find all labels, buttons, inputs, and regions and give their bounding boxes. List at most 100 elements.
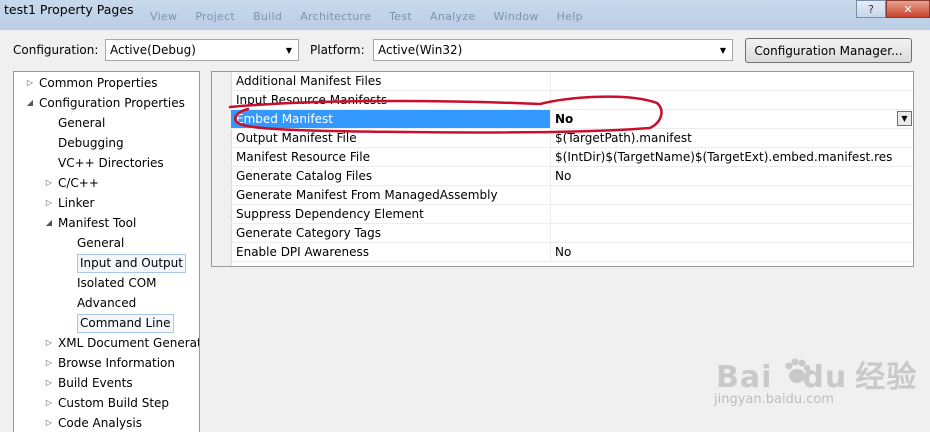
expand-triangle-icon[interactable]: ▷: [44, 333, 54, 353]
property-name: Generate Category Tags: [231, 224, 551, 242]
tree-item[interactable]: ▷ Custom Build Step: [14, 393, 199, 413]
property-row[interactable]: Enable DPI Awareness No: [231, 243, 913, 262]
configuration-combo[interactable]: Active(Debug) ▼: [105, 39, 299, 61]
background-menu-item: Help: [556, 10, 583, 23]
property-value[interactable]: [551, 91, 913, 109]
expand-triangle-icon[interactable]: ▷: [44, 393, 54, 413]
expand-triangle-icon[interactable]: ▷: [25, 73, 35, 93]
property-row[interactable]: Output Manifest File $(TargetPath).manife…: [231, 129, 913, 148]
tree-item-label: General: [58, 116, 106, 130]
platform-label: Platform:: [310, 43, 365, 57]
property-row[interactable]: Input Resource Manifests: [231, 91, 913, 110]
tree-item[interactable]: ▷ Common Properties: [14, 73, 199, 93]
property-row[interactable]: Additional Manifest Files: [231, 72, 913, 91]
property-name: Generate Catalog Files: [231, 167, 551, 185]
background-menu-item: Project: [195, 10, 236, 23]
property-value[interactable]: [551, 186, 913, 204]
tree-item[interactable]: ▷ Linker: [14, 193, 199, 213]
background-menu-item: Test: [389, 10, 413, 23]
tree-item-label: Common Properties: [39, 76, 158, 90]
tree-item[interactable]: ▷ Browse Information: [14, 353, 199, 373]
tree-item[interactable]: ▷ Build Events: [14, 373, 199, 393]
tree-item[interactable]: ◢ Configuration Properties: [14, 93, 199, 113]
property-name: Input Resource Manifests: [231, 91, 551, 109]
tree-item-label: Browse Information: [58, 356, 175, 370]
tree-item-label: XML Document Generat: [58, 336, 200, 350]
background-menu-item: Architecture: [300, 10, 372, 23]
tree-item[interactable]: Advanced: [14, 293, 199, 313]
background-menu-item: Window: [493, 10, 539, 23]
tree-item-label: Input and Output: [77, 254, 186, 273]
property-value[interactable]: No: [551, 110, 913, 128]
platform-value: Active(Win32): [378, 43, 463, 57]
property-row[interactable]: Manifest Resource File $(IntDir)$(TargetN…: [231, 148, 913, 167]
property-name: Embed Manifest: [231, 110, 551, 128]
tree-item-label: Build Events: [58, 376, 133, 390]
property-value[interactable]: [551, 72, 913, 90]
tree-item[interactable]: VC++ Directories: [14, 153, 199, 173]
close-button[interactable]: ✕: [886, 0, 930, 18]
tree-item[interactable]: General: [14, 233, 199, 253]
collapse-triangle-icon[interactable]: ◢: [44, 213, 54, 233]
help-button[interactable]: ?: [856, 0, 886, 18]
property-value[interactable]: $(TargetPath).manifest: [551, 129, 913, 147]
tree-item[interactable]: ▷ Code Analysis: [14, 413, 199, 432]
background-menu-item: Analyze: [430, 10, 476, 23]
grid-gutter: [212, 72, 232, 266]
property-value[interactable]: No: [551, 243, 913, 261]
tree-item-label: VC++ Directories: [58, 156, 164, 170]
tree-item[interactable]: Debugging: [14, 133, 199, 153]
property-tree[interactable]: ▷ Common Properties ◢ Configuration Propert…: [13, 71, 200, 432]
configuration-manager-button[interactable]: Configuration Manager...: [745, 38, 912, 63]
property-value[interactable]: [551, 224, 913, 242]
tree-item[interactable]: Command Line: [14, 313, 199, 333]
property-name: Enable DPI Awareness: [231, 243, 551, 261]
property-row[interactable]: Generate Category Tags: [231, 224, 913, 243]
property-grid[interactable]: Additional Manifest Files Input Resource …: [211, 71, 914, 267]
property-row[interactable]: Generate Catalog Files No: [231, 167, 913, 186]
dropdown-arrow-icon[interactable]: ▼: [897, 111, 912, 126]
title-bar[interactable]: test1 Property Pages View Project Build Arc…: [0, 0, 930, 30]
tree-item-label: C/C++: [58, 176, 99, 190]
expand-triangle-icon[interactable]: ▷: [44, 193, 54, 213]
configuration-label: Configuration:: [13, 43, 99, 57]
help-icon: ?: [868, 2, 874, 16]
property-name: Manifest Resource File: [231, 148, 551, 166]
tree-item[interactable]: ▷ XML Document Generat: [14, 333, 200, 353]
tree-item[interactable]: General: [14, 113, 199, 133]
property-row[interactable]: Embed Manifest No ▼: [231, 110, 913, 129]
property-value[interactable]: $(IntDir)$(TargetName)$(TargetExt).embed…: [551, 148, 913, 166]
expand-triangle-icon[interactable]: ▷: [44, 373, 54, 393]
configuration-value: Active(Debug): [110, 43, 196, 57]
background-menu: View Project Build Architecture Test Analyze W…: [150, 10, 601, 23]
baidu-watermark-logo: Bai du 经验: [716, 360, 918, 395]
tree-item-label: Manifest Tool: [58, 216, 137, 230]
chevron-down-icon: ▼: [285, 45, 293, 55]
tree-item-label: Isolated COM: [77, 276, 157, 290]
expand-triangle-icon[interactable]: ▷: [44, 353, 54, 373]
tree-item-label: General: [77, 236, 125, 250]
tree-item-label: Debugging: [58, 136, 124, 150]
tree-item[interactable]: Isolated COM: [14, 273, 199, 293]
property-row[interactable]: Suppress Dependency Element: [231, 205, 913, 224]
close-icon: ✕: [903, 2, 913, 16]
paw-icon: [785, 358, 811, 383]
platform-combo[interactable]: Active(Win32) ▼: [373, 39, 733, 61]
property-value[interactable]: [551, 205, 913, 223]
collapse-triangle-icon[interactable]: ◢: [25, 93, 35, 113]
tree-item-label: Configuration Properties: [39, 96, 185, 110]
chevron-down-icon: ▼: [719, 45, 727, 55]
tree-item[interactable]: ▷ C/C++: [14, 173, 199, 193]
property-row[interactable]: Generate Manifest From ManagedAssembly: [231, 186, 913, 205]
expand-triangle-icon[interactable]: ▷: [44, 413, 54, 432]
property-value[interactable]: No: [551, 167, 913, 185]
tree-item[interactable]: ◢ Manifest Tool: [14, 213, 199, 233]
tree-item[interactable]: Input and Output: [14, 253, 199, 273]
caption-buttons: ? ✕: [856, 0, 930, 18]
property-name: Suppress Dependency Element: [231, 205, 551, 223]
tree-item-label: Custom Build Step: [58, 396, 170, 410]
window-title: test1 Property Pages: [4, 2, 134, 17]
expand-triangle-icon[interactable]: ▷: [44, 173, 54, 193]
background-menu-item: Build: [253, 10, 283, 23]
tree-item-label: Code Analysis: [58, 416, 142, 430]
